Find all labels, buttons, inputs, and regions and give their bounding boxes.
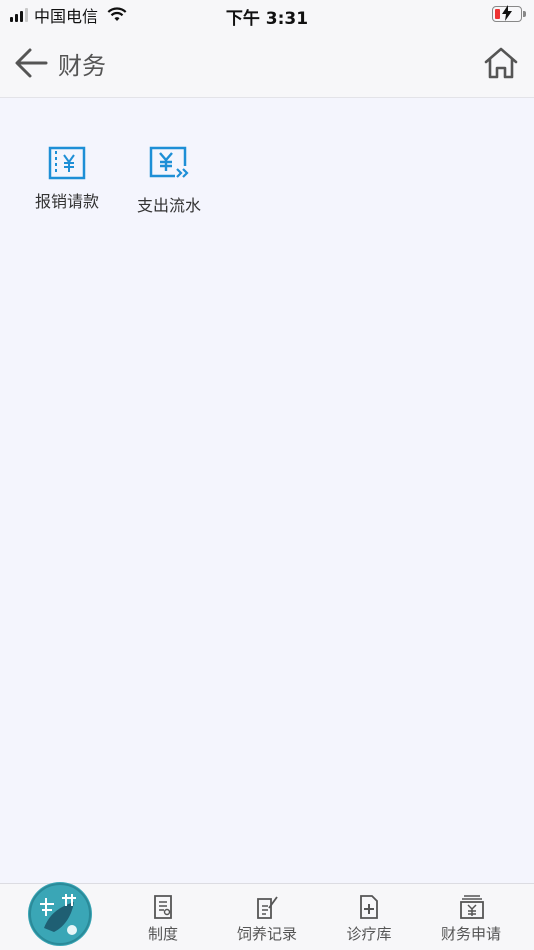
tile-label: 报销请款 [34,192,99,211]
tab-label: 饲养记录 [236,925,297,943]
app-logo-icon[interactable] [28,882,92,946]
tile-label: 支出流水 [136,196,201,215]
tab-system[interactable]: 制度 [110,884,216,950]
battery-icon [492,5,526,22]
tab-label: 制度 [147,925,178,943]
tab-label: 诊疗库 [346,925,392,943]
tab-feeding-records[interactable]: 饲养记录 [214,884,320,950]
reimbursement-icon [48,146,86,180]
nav-bar: 财务 [0,30,534,98]
home-icon[interactable] [482,44,520,82]
finance-yen-icon [460,895,484,919]
status-time: 下午 3:31 [225,9,309,29]
tab-label: 财务申请 [440,925,501,943]
back-arrow-icon[interactable] [12,44,50,82]
tile-reimbursement[interactable]: 报销请款 [17,146,117,212]
tab-finance-request[interactable]: 财务申请 [418,884,524,950]
page-title: 财务 [58,52,106,80]
tab-bar: 制度 饲养记录 诊疗库 财务申请 [0,882,534,950]
tile-expense-flow[interactable]: 支出流水 [119,146,219,216]
main-content: 报销请款 支出流水 [0,98,534,884]
edit-note-icon [257,896,278,919]
tab-treatment-library[interactable]: 诊疗库 [316,884,422,950]
document-icon [154,895,172,919]
status-bar: 中国电信 下午 3:31 [0,0,534,30]
medical-file-icon [360,895,378,919]
expense-flow-icon [149,146,189,178]
